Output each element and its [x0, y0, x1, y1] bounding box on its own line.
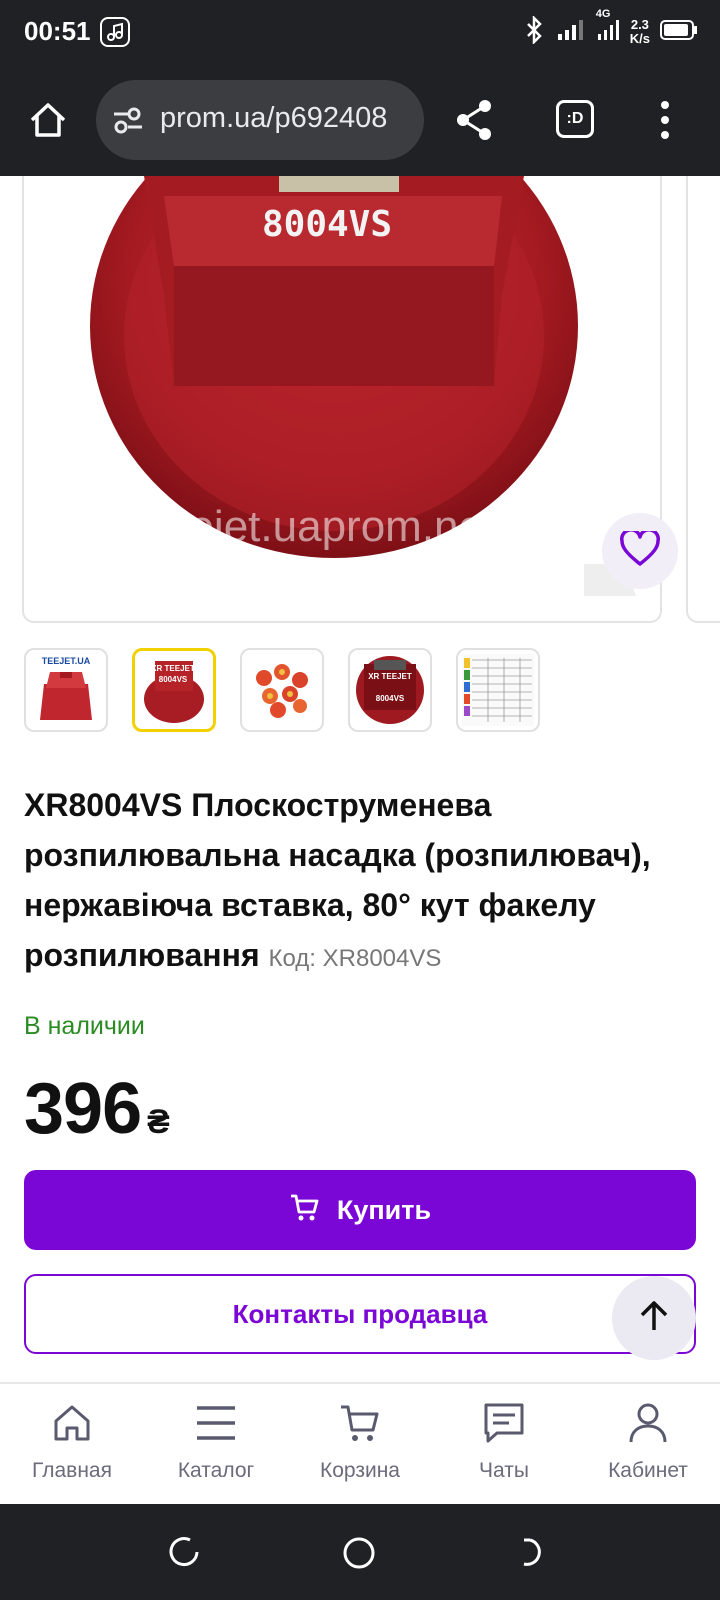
price-currency: ₴ [147, 1103, 170, 1141]
network-label: 4G [595, 7, 611, 20]
next-image-peek[interactable] [686, 176, 720, 623]
home-icon [51, 1402, 93, 1449]
tabs-button[interactable]: :D [556, 100, 594, 138]
nav-chats[interactable]: Чаты [432, 1384, 576, 1504]
user-icon [627, 1402, 669, 1449]
browser-toolbar: prom.ua/p692408 :D [0, 64, 720, 176]
status-time: 00:51 [24, 16, 91, 46]
product-price: 396 ₴ [24, 1068, 170, 1150]
spec-table-thumbnail [462, 654, 534, 726]
main-image-text: 8004VS [262, 204, 392, 245]
contact-seller-label: Контакты продавца [232, 1298, 488, 1329]
nav-home-label: Главная [32, 1459, 112, 1482]
menu-icon [195, 1402, 237, 1449]
scroll-to-top-button[interactable] [612, 1276, 696, 1360]
thumbnail-3[interactable] [240, 648, 324, 732]
product-title: XR8004VS Плоскоструменева розпилювальна … [24, 780, 704, 984]
nav-home[interactable]: Главная [0, 1384, 144, 1504]
buy-button[interactable]: Купить [24, 1170, 696, 1250]
signal-4g-icon: 4G [596, 8, 620, 47]
nav-cart-label: Корзина [320, 1459, 400, 1482]
status-bar: 00:51 4G 2.3 K/s [0, 0, 720, 64]
home-button[interactable] [26, 98, 70, 142]
back-icon[interactable] [520, 1536, 552, 1573]
network-speed: 2.3 K/s [630, 18, 650, 46]
thumbnail-1[interactable]: TEEJET.UA [24, 648, 108, 732]
url-text[interactable]: prom.ua/p692408 [160, 102, 387, 135]
nav-account[interactable]: Кабинет [576, 1384, 720, 1504]
thumbnail-5[interactable] [456, 648, 540, 732]
battery-icon [660, 19, 698, 46]
product-image-gallery[interactable]: 8004VS teejet.uaprom.net [22, 176, 662, 623]
nav-chats-label: Чаты [479, 1459, 529, 1482]
availability-status: В наличии [24, 1012, 145, 1040]
bluetooth-icon [524, 14, 546, 49]
cart-icon [289, 1192, 319, 1229]
favorite-button[interactable] [602, 513, 678, 589]
thumbnail-label: XR TEEJET 8004VS [368, 672, 412, 703]
speed-unit: K/s [629, 31, 650, 46]
nav-catalog-label: Каталог [177, 1459, 255, 1482]
contact-seller-button[interactable]: Контакты продавца [24, 1274, 696, 1354]
chat-icon [483, 1402, 525, 1449]
thumbnail-image [256, 664, 308, 718]
buy-button-label: Купить [336, 1194, 432, 1225]
nav-account-label: Кабинет [608, 1459, 688, 1482]
address-bar[interactable]: prom.ua/p692408 [96, 80, 424, 160]
thumbnail-strip: TEEJET.UA XR TEEJET 8004VS XR TEEJET 800… [24, 648, 540, 732]
thumbnail-4[interactable]: XR TEEJET 8004VS [348, 648, 432, 732]
heart-icon [620, 527, 660, 572]
thumbnail-2[interactable]: XR TEEJET 8004VS [132, 648, 216, 732]
recents-icon[interactable] [168, 1536, 200, 1573]
arrow-up-icon [636, 1298, 672, 1339]
signal-icon [556, 18, 586, 47]
more-menu-icon[interactable] [660, 98, 670, 147]
status-indicators: 4G 2.3 K/s [524, 8, 698, 50]
site-settings-icon[interactable] [112, 106, 144, 139]
price-value: 396 [24, 1069, 142, 1149]
home-nav-icon[interactable] [342, 1536, 376, 1575]
music-app-icon [100, 17, 130, 47]
bottom-navigation: Главная Каталог Корзина Чаты Кабинет [0, 1382, 720, 1504]
thumbnail-label: XR TEEJET 8004VS [151, 664, 195, 684]
product-code: Код: XR8004VS [268, 945, 442, 972]
nav-catalog[interactable]: Каталог [144, 1384, 288, 1504]
cart-icon [339, 1402, 381, 1449]
thumbnail-label: TEEJET.UA [41, 656, 91, 666]
watermark: teejet.uaprom.net [153, 502, 495, 551]
speed-value: 2.3 [630, 17, 649, 32]
system-navigation-bar [0, 1504, 720, 1600]
nav-cart[interactable]: Корзина [288, 1384, 432, 1504]
share-icon[interactable] [454, 98, 494, 147]
product-image: 8004VS teejet.uaprom.net [90, 176, 636, 596]
